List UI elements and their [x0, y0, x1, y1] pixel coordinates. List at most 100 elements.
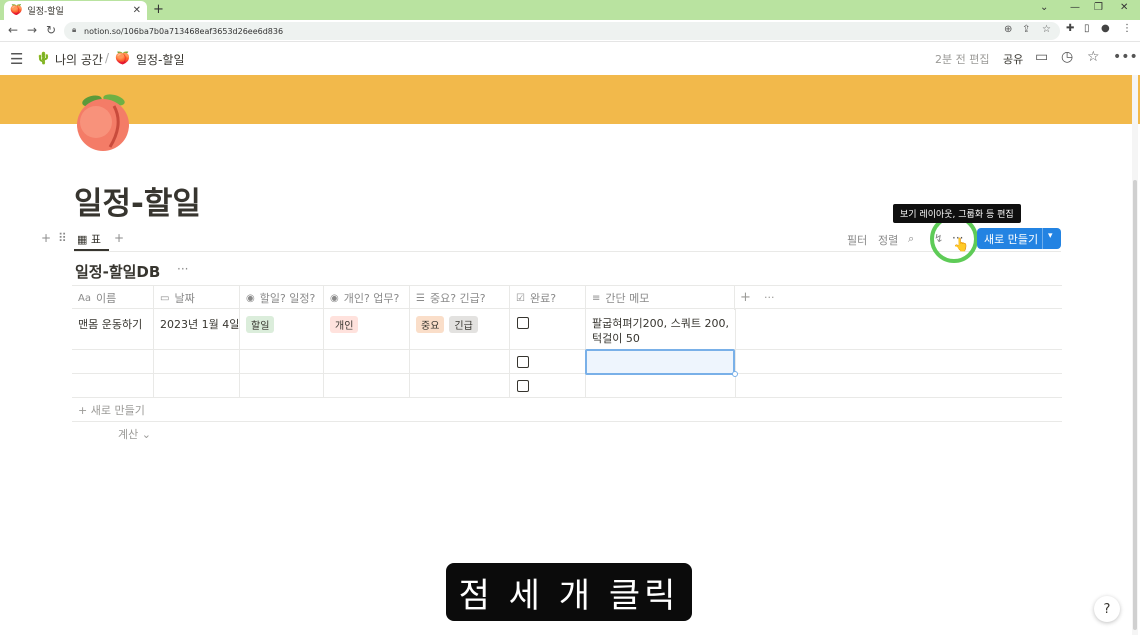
cell-scope[interactable] [324, 350, 410, 374]
table-view-icon: ▦ [77, 233, 88, 246]
tag-todo: 할일 [246, 316, 275, 333]
breadcrumb-page[interactable]: 일정-할일 [136, 51, 185, 68]
share-page-icon[interactable]: ⇪ [1022, 24, 1030, 35]
history-clock-icon[interactable]: ◷ [1061, 49, 1073, 65]
cell-date[interactable] [154, 350, 240, 374]
view-tab-table[interactable]: ▦ 표 [77, 231, 101, 247]
drag-handle-icon[interactable]: ⠿ [58, 231, 67, 245]
selection-resize-handle[interactable] [732, 371, 738, 377]
column-header-scope[interactable]: ◉ 개인? 업무? [324, 286, 410, 310]
notion-topbar: ☰ 🌵 나의 공간 / 🍑 일정-할일 2분 전 편집 공유 ▭ ◷ ☆ ••• [0, 42, 1140, 75]
breadcrumb-separator: / [105, 51, 110, 65]
cell-memo[interactable] [586, 374, 736, 398]
sidebar-toggle-icon[interactable]: ☰ [10, 50, 23, 68]
property-more-icon[interactable]: ··· [764, 291, 775, 304]
tab-search-icon[interactable]: ⌄ [1040, 2, 1048, 13]
column-header-date[interactable]: ▭ 날짜 [154, 286, 240, 310]
column-header-memo[interactable]: ≡ 간단 메모 [586, 286, 735, 310]
table-header: Aa 이름 ▭ 날짜 ◉ 할일? 일정? ◉ 개인? 업무? ☰ 중요? 긴급?… [72, 285, 1062, 310]
cell-scope[interactable] [324, 374, 410, 398]
reload-icon[interactable]: ↻ [46, 23, 56, 37]
forward-icon[interactable]: → [27, 23, 37, 37]
column-header-priority[interactable]: ☰ 중요? 긴급? [410, 286, 510, 310]
done-checkbox[interactable] [517, 317, 529, 329]
cell-type[interactable] [240, 374, 324, 398]
select-icon: ◉ [246, 292, 255, 304]
profile-icon[interactable]: ● [1101, 23, 1110, 34]
page-title[interactable]: 일정-할일 [74, 178, 201, 223]
table-row[interactable] [72, 350, 1062, 374]
zoom-icon[interactable]: ⊕ [1004, 24, 1012, 35]
peach-page-icon[interactable] [74, 92, 134, 152]
cell-memo[interactable]: 팔굽혀펴기200, 스쿼트 200, 턱걸이 50 [586, 309, 736, 350]
column-header-name[interactable]: Aa 이름 [72, 286, 154, 310]
table-row[interactable] [72, 374, 1062, 398]
cell-done[interactable] [510, 374, 586, 398]
filter-button[interactable]: 필터 [847, 232, 867, 248]
new-row-divider [72, 421, 1062, 422]
column-header-done[interactable]: ☑ 완료? [510, 286, 586, 310]
new-button-split [1042, 228, 1043, 249]
done-checkbox[interactable] [517, 380, 529, 392]
scrollbar-thumb[interactable] [1133, 180, 1137, 630]
side-panel-icon[interactable]: ▯ [1084, 23, 1090, 34]
multi-select-icon: ☰ [416, 292, 425, 304]
cell-scope[interactable]: 개인 [324, 309, 410, 350]
close-tab-icon[interactable]: ✕ [133, 5, 141, 16]
page-cover [0, 75, 1140, 124]
cell-priority[interactable]: 중요 긴급 [410, 309, 510, 350]
chevron-down-icon[interactable]: ▾ [1048, 231, 1053, 241]
cell-priority[interactable] [410, 374, 510, 398]
cell-type[interactable]: 할일 [240, 309, 324, 350]
breadcrumb-workspace[interactable]: 나의 공간 [55, 51, 103, 68]
extensions-icon[interactable]: ✚ [1066, 23, 1074, 34]
restore-icon[interactable]: ❐ [1094, 2, 1103, 13]
bookmark-star-icon[interactable]: ☆ [1042, 24, 1051, 35]
checkbox-icon: ☑ [516, 292, 525, 304]
calculate-button[interactable]: 계산 ⌄ [118, 426, 151, 442]
minimize-icon[interactable]: — [1070, 2, 1080, 13]
cell-done[interactable] [510, 350, 586, 374]
page-more-icon[interactable]: ••• [1113, 49, 1138, 65]
calc-label: 계산 [118, 428, 139, 441]
selected-cell[interactable] [585, 349, 735, 375]
database-title[interactable]: 일정-할일DB [75, 261, 160, 282]
browser-menu-icon[interactable]: ⋮ [1122, 23, 1132, 34]
peach-favicon-icon: 🍑 [10, 5, 23, 16]
back-icon[interactable]: ← [8, 23, 18, 37]
toolbar-divider [74, 251, 1061, 252]
favorite-star-icon[interactable]: ☆ [1087, 49, 1100, 65]
add-view-button[interactable]: + [114, 231, 124, 245]
cell-priority[interactable] [410, 350, 510, 374]
share-button[interactable]: 공유 [1003, 51, 1023, 67]
browser-tab[interactable]: 🍑 일정-할일 ✕ [4, 1, 147, 20]
column-label: 할일? 일정? [259, 292, 316, 305]
add-block-icon[interactable]: + [41, 231, 51, 245]
table-row[interactable]: 맨몸 운동하기 2023년 1월 4일 할일 개인 중요 긴급 팔굽혀펴기200,… [72, 309, 1062, 350]
plus-icon: + [78, 404, 91, 417]
cell-date[interactable] [154, 374, 240, 398]
cell-type[interactable] [240, 350, 324, 374]
browser-tabbar: 🍑 일정-할일 ✕ + ⌄ — ❐ ✕ [0, 0, 1140, 20]
new-record-button[interactable]: 새로 만들기 ▾ [977, 228, 1061, 249]
search-icon[interactable]: ⌕ [908, 232, 914, 246]
cell-date[interactable]: 2023년 1월 4일 [154, 309, 240, 350]
cell-done[interactable] [510, 309, 586, 350]
comments-icon[interactable]: ▭ [1035, 49, 1048, 65]
done-checkbox[interactable] [517, 356, 529, 368]
cell-name[interactable]: 맨몸 운동하기 [72, 309, 154, 350]
tag-urgent: 긴급 [449, 316, 478, 333]
add-property-button[interactable]: + [740, 290, 751, 305]
cell-name[interactable] [72, 374, 154, 398]
window-close-icon[interactable]: ✕ [1120, 2, 1128, 13]
tag-important: 중요 [416, 316, 445, 333]
sort-button[interactable]: 정렬 [878, 232, 898, 248]
database-more-icon[interactable]: ··· [177, 262, 188, 276]
url-input[interactable]: 🔒︎ notion.so/106ba7b0a713468eaf3653d26ee… [64, 22, 1060, 40]
new-tab-button[interactable]: + [153, 2, 164, 17]
help-button[interactable]: ? [1094, 596, 1120, 622]
new-row-button[interactable]: + 새로 만들기 [78, 402, 145, 418]
new-record-label: 새로 만들기 [984, 232, 1039, 246]
column-header-type[interactable]: ◉ 할일? 일정? [240, 286, 324, 310]
cell-name[interactable] [72, 350, 154, 374]
